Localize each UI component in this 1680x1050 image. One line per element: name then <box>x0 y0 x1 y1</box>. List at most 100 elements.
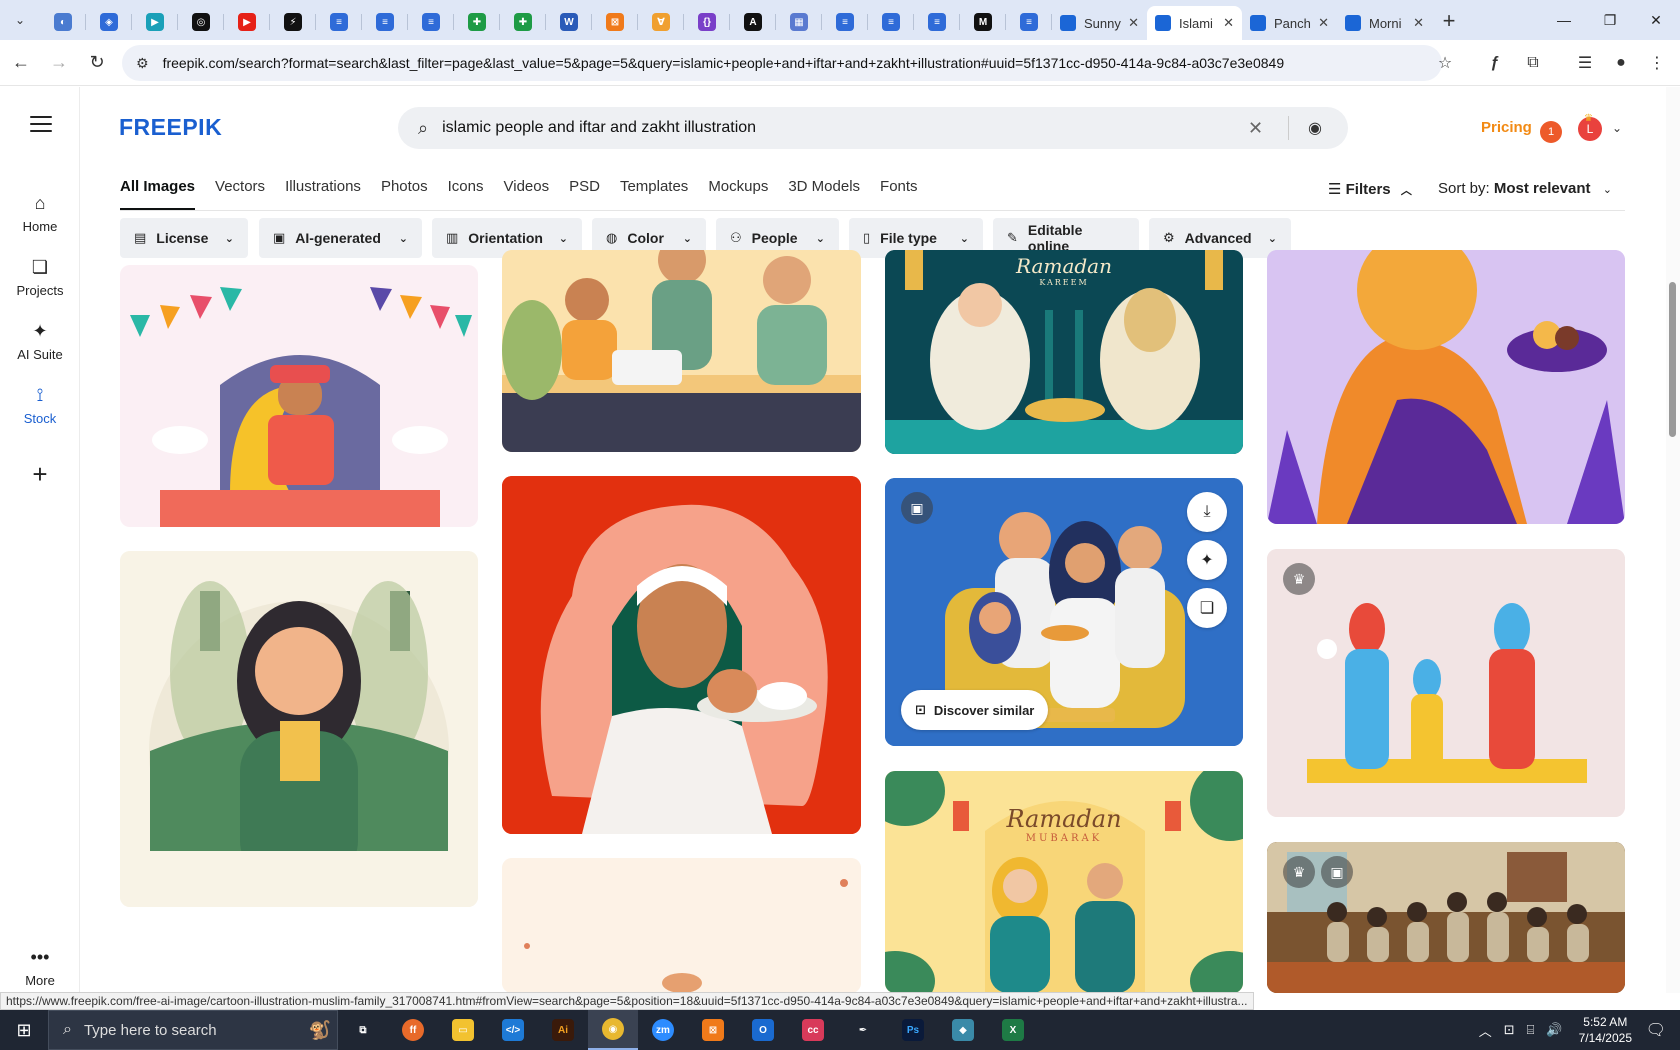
windows-start-button[interactable]: ⊞ <box>0 1010 48 1050</box>
filter-ai-generated-dropdown[interactable]: ▣ AI-generated ⌄ <box>259 218 422 258</box>
sidebar-item-projects[interactable]: ❏ Projects <box>0 255 80 298</box>
tab-vectors[interactable]: Vectors <box>215 178 265 208</box>
image-card-muslim-family-hover[interactable]: ▣ ⤓ ✦ ❏ ⊡ Discover similar <box>885 478 1243 746</box>
pinned-tab[interactable]: {} <box>684 5 730 39</box>
download-button[interactable]: ⤓ <box>1187 492 1227 532</box>
image-card-woman-serving[interactable] <box>502 476 861 834</box>
font-extension-icon[interactable]: ƒ <box>1478 46 1512 80</box>
pen-tool-icon[interactable]: ✒ <box>838 1010 888 1050</box>
pinned-tab[interactable]: ≡ <box>868 5 914 39</box>
filters-button[interactable]: ☰ Filters ︿ <box>1328 180 1412 198</box>
tray-app-icon[interactable]: ⊡ <box>1504 1022 1515 1038</box>
maximize-button[interactable]: ❐ <box>1586 0 1634 40</box>
media-control-icon[interactable]: ☰ <box>1568 46 1602 80</box>
image-card-woman-mosque[interactable] <box>120 551 478 907</box>
tab-icons[interactable]: Icons <box>448 178 484 208</box>
close-tab-icon[interactable]: ✕ <box>1223 15 1234 31</box>
task-view-icon[interactable]: ⧉ <box>338 1010 388 1050</box>
add-button[interactable]: + <box>0 459 80 490</box>
close-window-button[interactable]: ✕ <box>1632 0 1680 40</box>
taskbar-clock[interactable]: 5:52 AM 7/14/2025 <box>1579 1014 1632 1046</box>
browser-tab[interactable]: Sunny ✕ <box>1052 6 1147 40</box>
filter-license-dropdown[interactable]: ▤ License ⌄ <box>120 218 248 258</box>
tab-psd[interactable]: PSD <box>569 178 600 208</box>
close-tab-icon[interactable]: ✕ <box>1318 15 1329 31</box>
sidebar-item-home[interactable]: ⌂ Home <box>0 191 80 234</box>
image-card-family-dinner[interactable] <box>502 250 861 452</box>
image-card-ramadan-kareem[interactable]: Ramadan KAREEM <box>885 250 1243 454</box>
pinned-tab[interactable]: ◎ <box>178 5 224 39</box>
minimize-button[interactable]: — <box>1540 0 1588 40</box>
chevron-down-icon[interactable]: ⌄ <box>1612 121 1622 135</box>
sidebar-item-stock[interactable]: ⟟ Stock <box>0 383 80 426</box>
pinned-tab[interactable]: ≡ <box>362 5 408 39</box>
browser-menu-icon[interactable]: ⋮ <box>1640 46 1674 80</box>
pinned-tab[interactable]: ▶ <box>132 5 178 39</box>
image-card-boy-crescent[interactable] <box>120 265 478 527</box>
browser-tab[interactable]: Morni ✕ <box>1337 6 1432 40</box>
camera-search-icon[interactable]: ◉ <box>1308 118 1322 138</box>
excel-icon[interactable]: X <box>988 1010 1038 1050</box>
browser-tab[interactable]: Panch ✕ <box>1242 6 1337 40</box>
tab-photos[interactable]: Photos <box>381 178 428 208</box>
tab-3d-models[interactable]: 3D Models <box>788 178 860 208</box>
pinned-tab[interactable]: W <box>546 5 592 39</box>
pinned-tab[interactable]: ▦ <box>776 5 822 39</box>
image-card-man-eating-purple[interactable] <box>1267 250 1625 524</box>
search-input[interactable] <box>442 119 1203 137</box>
browser-tab[interactable]: Islami ✕ <box>1147 6 1242 40</box>
pinned-tab[interactable]: ≡ <box>822 5 868 39</box>
clear-search-icon[interactable]: ✕ <box>1248 118 1263 139</box>
user-avatar[interactable]: ♛ L <box>1578 113 1602 141</box>
tab-illustrations[interactable]: Illustrations <box>285 178 361 208</box>
tab-all-images[interactable]: All Images <box>120 178 196 210</box>
chevron-up-icon[interactable]: ︿ <box>1479 1021 1492 1040</box>
photoshop-icon[interactable]: Ps <box>888 1010 938 1050</box>
tab-fonts[interactable]: Fonts <box>880 178 918 208</box>
save-to-collection-button[interactable]: ❏ <box>1187 588 1227 628</box>
tab-search-dropdown-icon[interactable]: ⌄ <box>0 0 40 40</box>
xampp-icon[interactable]: ⊠ <box>688 1010 738 1050</box>
file-explorer-icon[interactable]: ▭ <box>438 1010 488 1050</box>
address-bar[interactable]: ⚙ freepik.com/search?format=search&last_… <box>122 45 1442 81</box>
page-scrollbar-thumb[interactable] <box>1669 282 1676 437</box>
pricing-link[interactable]: Pricing <box>1481 119 1532 136</box>
volume-icon[interactable]: 🔊 <box>1546 1022 1562 1038</box>
creative-cloud-icon[interactable]: cc <box>788 1010 838 1050</box>
image-card-cream-placeholder[interactable] <box>502 858 861 993</box>
zoom-icon[interactable]: zm <box>638 1010 688 1050</box>
pinned-tab[interactable]: ✚ <box>454 5 500 39</box>
pinned-tab[interactable]: ✚ <box>500 5 546 39</box>
network-icon[interactable]: ⌸ <box>1527 1022 1535 1038</box>
image-card-women-greeting[interactable]: ♛ <box>1267 549 1625 817</box>
pinned-tab[interactable]: ◈ <box>86 5 132 39</box>
sidebar-item-ai-suite[interactable]: ✦ AI Suite <box>0 319 80 362</box>
pinned-tab[interactable]: ≡ <box>1006 5 1052 39</box>
site-info-icon[interactable]: ⚙ <box>136 55 149 72</box>
profile-icon[interactable]: ● <box>1604 46 1638 80</box>
pinned-tab[interactable]: ⊠ <box>592 5 638 39</box>
vscode-icon[interactable]: </> <box>488 1010 538 1050</box>
ai-edit-button[interactable]: ✦ <box>1187 540 1227 580</box>
image-card-ramadan-mubarak[interactable]: Ramadan MUBARAK <box>885 771 1243 993</box>
pinned-tab[interactable]: A <box>730 5 776 39</box>
illustrator-icon[interactable]: Ai <box>538 1010 588 1050</box>
firefox-icon[interactable]: ff <box>388 1010 438 1050</box>
pinned-tab[interactable]: ◐ <box>40 5 86 39</box>
back-button[interactable]: ← <box>4 46 38 80</box>
page-scrollbar-track[interactable] <box>1666 87 1680 993</box>
pinned-tab[interactable]: ≡ <box>914 5 960 39</box>
tab-videos[interactable]: Videos <box>504 178 550 208</box>
image-card-family-gathering[interactable]: ♛ ▣ <box>1267 842 1625 993</box>
outlook-icon[interactable]: O <box>738 1010 788 1050</box>
pinned-tab[interactable]: ▶ <box>224 5 270 39</box>
close-tab-icon[interactable]: ✕ <box>1413 15 1424 31</box>
bookmark-star-icon[interactable]: ☆ <box>1428 46 1462 80</box>
pinned-tab[interactable]: ≡ <box>408 5 454 39</box>
pinned-tab[interactable]: ≡ <box>316 5 362 39</box>
notification-center-icon[interactable]: 🗨 <box>1646 1020 1666 1040</box>
extensions-puzzle-icon[interactable]: ⧉ <box>1516 46 1550 80</box>
hamburger-menu-icon[interactable] <box>30 116 52 132</box>
forward-button[interactable]: → <box>42 46 76 80</box>
pinned-tab[interactable]: ⚡ <box>270 5 316 39</box>
